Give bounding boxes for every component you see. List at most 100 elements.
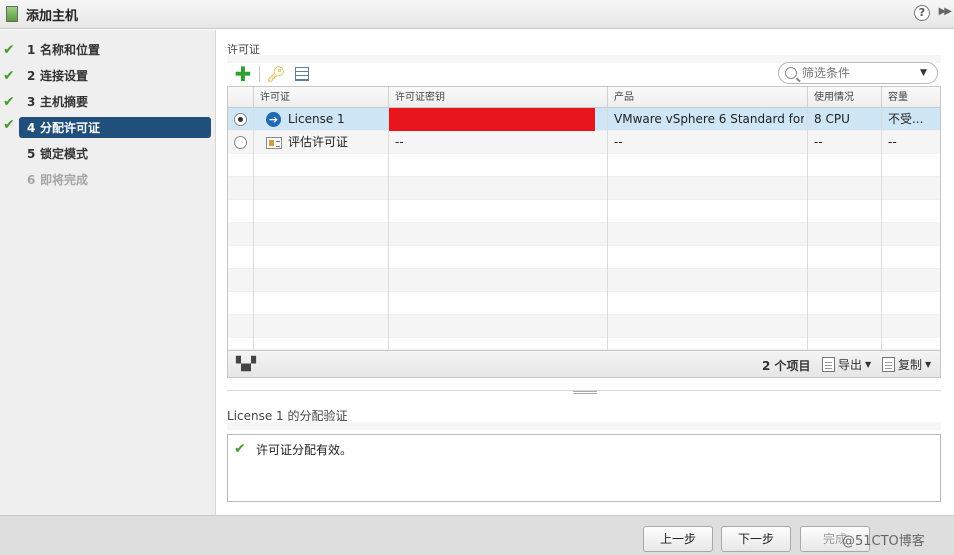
watermark: @51CTO博客 bbox=[842, 534, 925, 549]
step-3[interactable]: ✔ 3 主机摘要 bbox=[0, 91, 216, 112]
column-license-key[interactable]: 许可证密钥 bbox=[389, 87, 608, 108]
step-label: 锁定模式 bbox=[40, 147, 89, 161]
column-divider bbox=[388, 108, 389, 350]
license-arrow-icon: ➔ bbox=[266, 112, 281, 127]
splitter-grip[interactable] bbox=[573, 391, 597, 394]
step-number: 2 bbox=[27, 68, 36, 83]
step-label: 连接设置 bbox=[40, 69, 89, 83]
assign-key-button[interactable]: 🔑︎ bbox=[266, 64, 286, 84]
binoculars-icon[interactable]: ▚▞ bbox=[236, 357, 256, 372]
empty-row bbox=[228, 246, 940, 269]
column-divider bbox=[607, 108, 608, 350]
empty-row bbox=[228, 200, 940, 223]
column-divider bbox=[253, 108, 254, 350]
wizard-steps: ✔ 1 名称和位置 ✔ 2 连接设置 ✔ 3 主机摘要 ✔ 4 分配许可证 5 … bbox=[0, 30, 216, 515]
row-radio[interactable] bbox=[234, 136, 247, 149]
title-bar: 添加主机 ? ▶▶ bbox=[0, 0, 954, 29]
check-icon: ✔ bbox=[234, 441, 246, 457]
host-wizard-icon bbox=[6, 6, 18, 22]
item-count: 2 个项目 bbox=[762, 359, 811, 373]
validation-box: ✔ 许可证分配有效。 bbox=[227, 434, 941, 502]
empty-row bbox=[228, 315, 940, 338]
export-icon bbox=[822, 356, 835, 372]
redacted-license-key bbox=[389, 108, 595, 131]
empty-row bbox=[228, 223, 940, 246]
next-button[interactable]: 下一步 bbox=[721, 526, 791, 552]
step-number: 3 bbox=[27, 94, 36, 109]
empty-row bbox=[228, 292, 940, 315]
export-label: 导出 bbox=[838, 357, 863, 372]
chevron-down-icon[interactable]: ▼ bbox=[920, 68, 927, 78]
filter-input[interactable] bbox=[802, 66, 920, 80]
step-label: 即将完成 bbox=[40, 173, 89, 187]
wizard-footer: 上一步 下一步 完成 @51CTO博客 bbox=[0, 515, 954, 555]
copy-button[interactable]: 复制 ▼ bbox=[882, 355, 931, 373]
validation-divider bbox=[227, 422, 941, 430]
check-icon: ✔ bbox=[3, 93, 15, 110]
window-title: 添加主机 bbox=[26, 8, 79, 24]
step-number: 1 bbox=[27, 42, 36, 57]
check-icon: ✔ bbox=[3, 117, 15, 133]
chevron-down-icon: ▼ bbox=[925, 359, 932, 369]
column-radio bbox=[228, 87, 254, 108]
table-row[interactable]: ➔ License 1 VMware vSphere 6 Standard fo… bbox=[228, 108, 940, 131]
license-name: 评估许可证 bbox=[288, 135, 349, 149]
copy-icon bbox=[882, 356, 895, 372]
step-label: 分配许可证 bbox=[40, 121, 101, 135]
plus-icon: ✚ bbox=[234, 62, 252, 86]
key-icon: 🔑︎ bbox=[266, 65, 286, 83]
checklist-icon bbox=[295, 67, 309, 81]
column-divider bbox=[881, 108, 882, 350]
step-number: 4 bbox=[27, 120, 36, 135]
help-icon[interactable]: ? bbox=[914, 5, 930, 21]
empty-row bbox=[228, 269, 940, 292]
empty-row bbox=[228, 338, 940, 350]
column-divider bbox=[807, 108, 808, 350]
capacity-value: 不受... bbox=[888, 112, 924, 126]
step-4-active[interactable]: 4 分配许可证 bbox=[19, 117, 211, 138]
license-key: -- bbox=[395, 135, 404, 149]
search-icon bbox=[785, 67, 797, 79]
column-usage[interactable]: 使用情况 bbox=[808, 87, 882, 108]
column-capacity[interactable]: 容量 bbox=[882, 87, 940, 108]
table-footer: ▚▞ 2 个项目 导出 ▼ 复制 ▼ bbox=[228, 350, 940, 377]
step-label: 名称和位置 bbox=[40, 43, 101, 57]
column-product[interactable]: 产品 bbox=[608, 87, 808, 108]
list-view-button[interactable] bbox=[292, 64, 312, 84]
empty-row bbox=[228, 154, 940, 177]
add-license-button[interactable]: ✚ bbox=[233, 64, 253, 84]
filter-box[interactable]: ▼ bbox=[778, 62, 938, 84]
chevron-down-icon: ▼ bbox=[865, 359, 872, 369]
usage-value: -- bbox=[814, 135, 823, 149]
capacity-value: -- bbox=[888, 135, 897, 149]
step-label: 主机摘要 bbox=[40, 95, 89, 109]
check-icon: ✔ bbox=[3, 41, 15, 58]
column-license[interactable]: 许可证 bbox=[254, 87, 389, 108]
validation-message: 许可证分配有效。 bbox=[256, 443, 353, 457]
step-number: 5 bbox=[27, 146, 36, 161]
table-row[interactable]: 评估许可证 -- -- -- -- bbox=[228, 131, 940, 154]
check-icon: ✔ bbox=[3, 67, 15, 84]
product-name: VMware vSphere 6 Standard for ... bbox=[614, 112, 804, 126]
step-5[interactable]: 5 锁定模式 bbox=[0, 143, 216, 164]
evaluation-license-icon bbox=[266, 137, 282, 149]
copy-label: 复制 bbox=[898, 357, 923, 372]
main-panel: 许可证 ✚ 🔑︎ ▼ 许可证 许可证密钥 产品 使用情况 容量 ➔ Licens… bbox=[217, 30, 954, 515]
step-1[interactable]: ✔ 1 名称和位置 bbox=[0, 39, 216, 60]
table-header: 许可证 许可证密钥 产品 使用情况 容量 bbox=[228, 87, 940, 108]
step-6: 6 即将完成 bbox=[0, 169, 216, 190]
step-2[interactable]: ✔ 2 连接设置 bbox=[0, 65, 216, 86]
table-body: ➔ License 1 VMware vSphere 6 Standard fo… bbox=[228, 108, 940, 350]
export-button[interactable]: 导出 ▼ bbox=[822, 355, 871, 373]
empty-row bbox=[228, 177, 940, 200]
product-name: -- bbox=[614, 135, 623, 149]
usage-value: 8 CPU bbox=[814, 112, 850, 126]
license-name: License 1 bbox=[288, 112, 345, 126]
license-table: 许可证 许可证密钥 产品 使用情况 容量 ➔ License 1 VMware … bbox=[227, 86, 941, 378]
expand-icon[interactable]: ▶▶ bbox=[939, 6, 952, 17]
back-button[interactable]: 上一步 bbox=[643, 526, 713, 552]
row-radio[interactable] bbox=[234, 113, 247, 126]
step-number: 6 bbox=[27, 172, 36, 187]
panel-splitter[interactable] bbox=[227, 390, 941, 396]
license-toolbar: ✚ 🔑︎ bbox=[233, 63, 318, 85]
